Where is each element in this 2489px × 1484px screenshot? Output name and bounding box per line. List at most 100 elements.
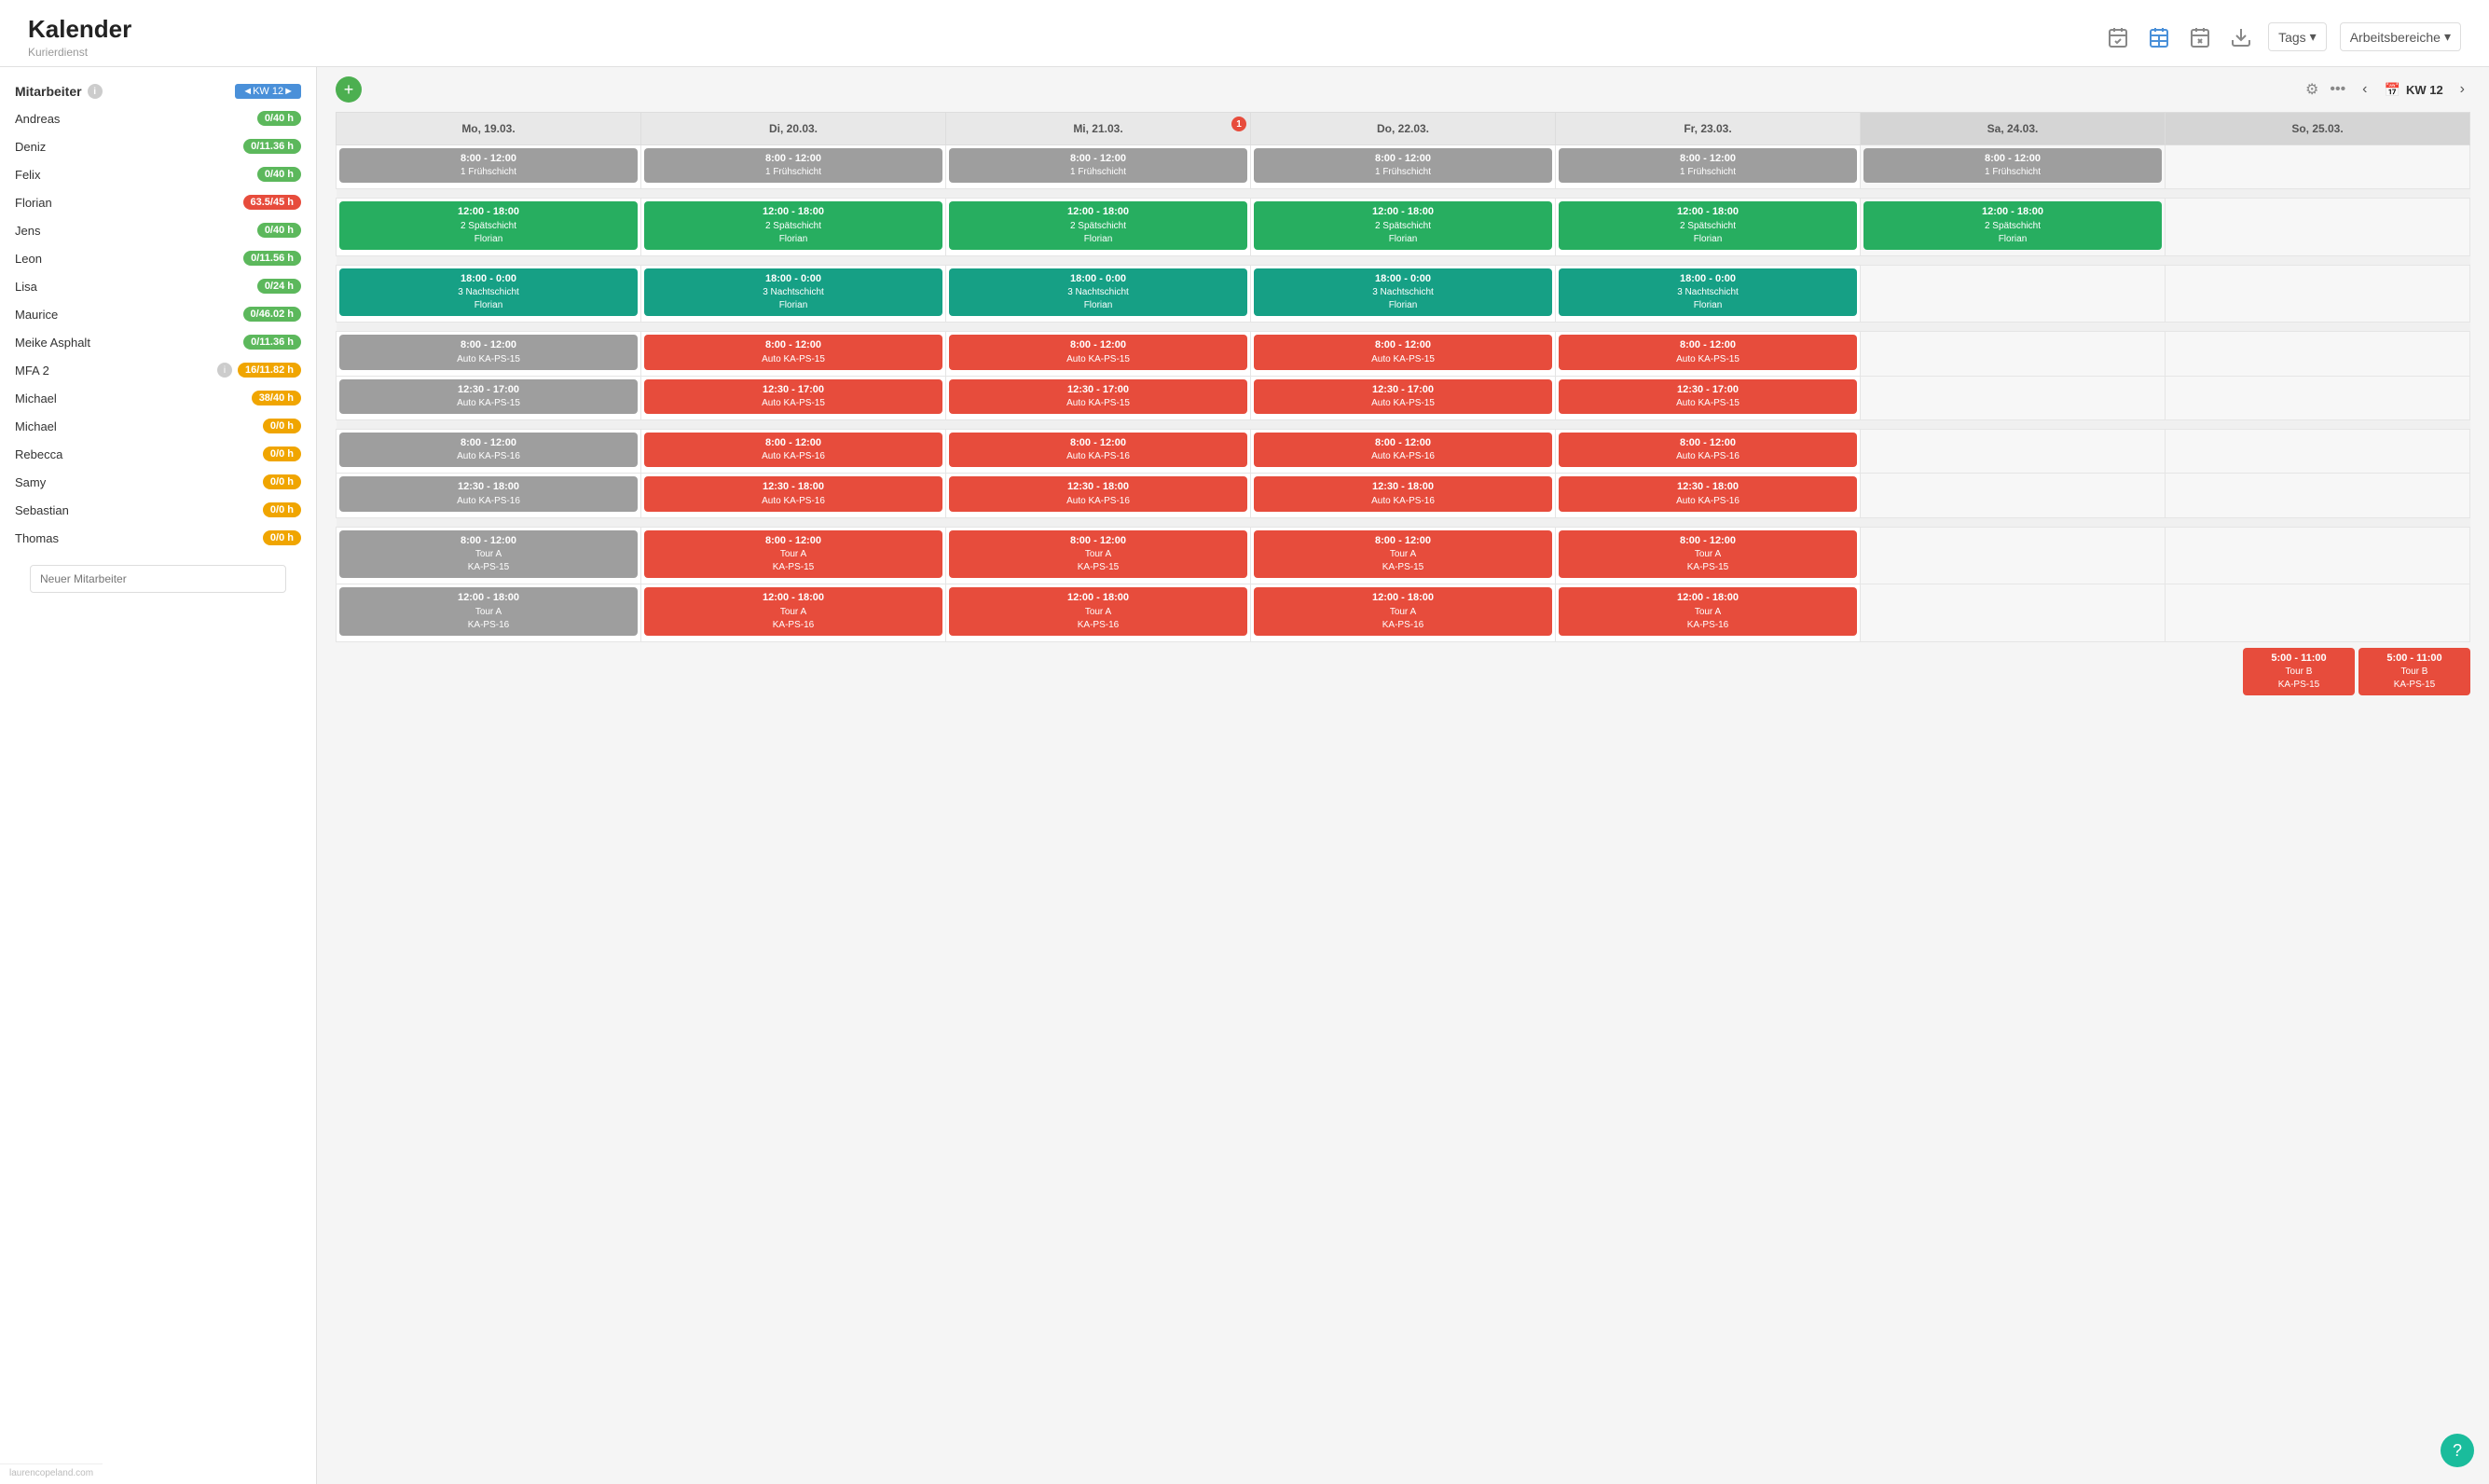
shift-block[interactable]: 8:00 - 12:001 Frühschicht (949, 148, 1247, 183)
shift-block[interactable]: 18:00 - 0:003 NachtschichtFlorian (339, 268, 638, 316)
workarea-dropdown[interactable]: Arbeitsbereiche ▾ (2340, 22, 2461, 51)
calendar-cell[interactable] (2166, 332, 2470, 376)
tags-dropdown[interactable]: Tags ▾ (2268, 22, 2327, 51)
new-employee-input[interactable] (30, 565, 286, 593)
calendar-cell[interactable] (2166, 376, 2470, 419)
shift-block[interactable]: 12:30 - 17:00Auto KA-PS-15 (1559, 379, 1857, 414)
shift-block[interactable]: 12:00 - 18:00Tour AKA-PS-16 (1559, 587, 1857, 635)
calendar-cell[interactable] (1861, 474, 2166, 517)
calendar-cell[interactable]: 12:00 - 18:00Tour AKA-PS-16 (946, 584, 1251, 641)
sidebar-item[interactable]: Felix0/40 h (0, 160, 316, 188)
gear-icon[interactable]: ⚙ (2305, 80, 2318, 99)
shift-block[interactable]: 12:00 - 18:002 SpätschichtFlorian (1863, 201, 2162, 249)
calendar-cell[interactable]: 8:00 - 12:00Auto KA-PS-15 (946, 332, 1251, 376)
calendar-cell[interactable]: 12:30 - 17:00Auto KA-PS-15 (641, 376, 946, 419)
calendar-cell[interactable]: 12:30 - 17:00Auto KA-PS-15 (946, 376, 1251, 419)
calendar-cell[interactable]: 12:30 - 18:00Auto KA-PS-16 (337, 474, 641, 517)
sidebar-item[interactable]: Lisa0/24 h (0, 272, 316, 300)
calendar-cell[interactable]: 12:30 - 18:00Auto KA-PS-16 (946, 474, 1251, 517)
sidebar-item[interactable]: Michael0/0 h (0, 412, 316, 440)
calendar-cell[interactable] (2166, 474, 2470, 517)
shift-block[interactable]: 12:00 - 18:002 SpätschichtFlorian (644, 201, 942, 249)
calendar-cell[interactable]: 12:30 - 17:00Auto KA-PS-15 (1556, 376, 1861, 419)
calendar-cell[interactable] (2166, 429, 2470, 473)
shift-block[interactable]: 12:30 - 17:00Auto KA-PS-15 (949, 379, 1247, 414)
calendar-cell[interactable]: 12:00 - 18:002 SpätschichtFlorian (641, 199, 946, 255)
add-shift-button[interactable]: + (336, 76, 362, 103)
shift-block[interactable]: 12:30 - 17:00Auto KA-PS-15 (1254, 379, 1552, 414)
calendar-cell[interactable] (1861, 429, 2166, 473)
shift-block[interactable]: 8:00 - 12:00Auto KA-PS-16 (644, 433, 942, 467)
shift-block[interactable]: 8:00 - 12:00Tour AKA-PS-15 (1559, 530, 1857, 578)
shift-block[interactable]: 8:00 - 12:00Auto KA-PS-15 (339, 335, 638, 369)
shift-block[interactable]: 18:00 - 0:003 NachtschichtFlorian (1559, 268, 1857, 316)
calendar-cell[interactable] (2166, 584, 2470, 641)
calendar-cell[interactable]: 12:00 - 18:002 SpätschichtFlorian (1556, 199, 1861, 255)
calendar-cell[interactable]: 18:00 - 0:003 NachtschichtFlorian (337, 265, 641, 322)
shift-block[interactable]: 8:00 - 12:001 Frühschicht (1254, 148, 1552, 183)
calendar-cell[interactable]: 8:00 - 12:001 Frühschicht (337, 145, 641, 189)
sidebar-item[interactable]: Andreas0/40 h (0, 104, 316, 132)
info-icon[interactable]: i (88, 84, 103, 99)
calendar-cell[interactable] (2166, 199, 2470, 255)
calendar-cell[interactable]: 8:00 - 12:00Tour AKA-PS-15 (641, 527, 946, 584)
calendar-cell[interactable]: 8:00 - 12:00Auto KA-PS-15 (641, 332, 946, 376)
calendar-cell[interactable]: 8:00 - 12:001 Frühschicht (641, 145, 946, 189)
calendar-cell[interactable]: 8:00 - 12:001 Frühschicht (1556, 145, 1861, 189)
shift-block[interactable]: 8:00 - 12:001 Frühschicht (1863, 148, 2162, 183)
calendar-cell[interactable]: 12:00 - 18:00Tour AKA-PS-16 (337, 584, 641, 641)
calendar-cell[interactable]: 12:30 - 17:00Auto KA-PS-15 (337, 376, 641, 419)
shift-block[interactable]: 12:00 - 18:00Tour AKA-PS-16 (339, 587, 638, 635)
shift-block[interactable]: 8:00 - 12:00Auto KA-PS-15 (1559, 335, 1857, 369)
shift-block[interactable]: 8:00 - 12:00Auto KA-PS-16 (339, 433, 638, 467)
calendar-cell[interactable]: 12:00 - 18:002 SpätschichtFlorian (337, 199, 641, 255)
calendar-cell[interactable]: 12:00 - 18:002 SpätschichtFlorian (1861, 199, 2166, 255)
shift-block[interactable]: 8:00 - 12:00Tour AKA-PS-15 (644, 530, 942, 578)
calendar-cell[interactable]: 12:30 - 17:00Auto KA-PS-15 (1251, 376, 1556, 419)
calendar-cell[interactable]: 8:00 - 12:00Auto KA-PS-16 (1556, 429, 1861, 473)
calendar-cell[interactable]: 8:00 - 12:00Tour AKA-PS-15 (337, 527, 641, 584)
sidebar-item[interactable]: Thomas0/0 h (0, 524, 316, 552)
calendar-cell[interactable]: 18:00 - 0:003 NachtschichtFlorian (641, 265, 946, 322)
calendar-cell[interactable]: 18:00 - 0:003 NachtschichtFlorian (1556, 265, 1861, 322)
dots-icon[interactable]: ••• (2330, 81, 2345, 98)
shift-block[interactable]: 18:00 - 0:003 NachtschichtFlorian (644, 268, 942, 316)
help-button[interactable]: ? (2441, 1434, 2474, 1467)
shift-block[interactable]: 8:00 - 12:00Tour AKA-PS-15 (949, 530, 1247, 578)
calendar-cell[interactable] (2166, 527, 2470, 584)
shift-block[interactable]: 12:30 - 18:00Auto KA-PS-16 (339, 476, 638, 511)
calendar-cell[interactable]: 18:00 - 0:003 NachtschichtFlorian (946, 265, 1251, 322)
sidebar-item[interactable]: Sebastian0/0 h (0, 496, 316, 524)
calendar-cell[interactable] (1861, 376, 2166, 419)
shift-block[interactable]: 18:00 - 0:003 NachtschichtFlorian (949, 268, 1247, 316)
next-week-arrow[interactable]: › (2455, 79, 2470, 100)
sidebar-item[interactable]: Rebecca0/0 h (0, 440, 316, 468)
calendar-cell[interactable]: 8:00 - 12:00Tour AKA-PS-15 (946, 527, 1251, 584)
kw-badge[interactable]: ◄KW 12► (235, 84, 301, 99)
calendar-cell[interactable]: 12:00 - 18:002 SpätschichtFlorian (946, 199, 1251, 255)
sidebar-item[interactable]: MFA 2i16/11.82 h (0, 356, 316, 384)
sidebar-item[interactable]: Michael38/40 h (0, 384, 316, 412)
shift-block[interactable]: 12:00 - 18:00Tour AKA-PS-16 (1254, 587, 1552, 635)
calendar-cell[interactable] (1861, 265, 2166, 322)
calendar-cell[interactable]: 8:00 - 12:00Auto KA-PS-15 (337, 332, 641, 376)
shift-block[interactable]: 12:00 - 18:002 SpätschichtFlorian (1559, 201, 1857, 249)
shift-block[interactable]: 8:00 - 12:001 Frühschicht (339, 148, 638, 183)
shift-block[interactable]: 12:30 - 18:00Auto KA-PS-16 (1559, 476, 1857, 511)
sidebar-item[interactable]: Jens0/40 h (0, 216, 316, 244)
shift-block[interactable]: 8:00 - 12:00Auto KA-PS-15 (644, 335, 942, 369)
shift-block[interactable]: 18:00 - 0:003 NachtschichtFlorian (1254, 268, 1552, 316)
shift-block[interactable]: 8:00 - 12:001 Frühschicht (644, 148, 942, 183)
sidebar-item[interactable]: Samy0/0 h (0, 468, 316, 496)
calendar-cell[interactable]: 8:00 - 12:001 Frühschicht (1251, 145, 1556, 189)
prev-week-arrow[interactable]: ‹ (2357, 79, 2372, 100)
calendar-grid-icon[interactable] (2145, 23, 2173, 51)
calendar-cell[interactable]: 8:00 - 12:00Tour AKA-PS-15 (1251, 527, 1556, 584)
calendar-cell[interactable]: 12:00 - 18:00Tour AKA-PS-16 (641, 584, 946, 641)
shift-block[interactable]: 12:30 - 18:00Auto KA-PS-16 (1254, 476, 1552, 511)
sidebar-item[interactable]: Deniz0/11.36 h (0, 132, 316, 160)
sidebar-item[interactable]: Maurice0/46.02 h (0, 300, 316, 328)
shift-block[interactable]: 8:00 - 12:001 Frühschicht (1559, 148, 1857, 183)
calendar-cell[interactable] (1861, 332, 2166, 376)
calendar-cell[interactable]: 8:00 - 12:00Tour AKA-PS-15 (1556, 527, 1861, 584)
